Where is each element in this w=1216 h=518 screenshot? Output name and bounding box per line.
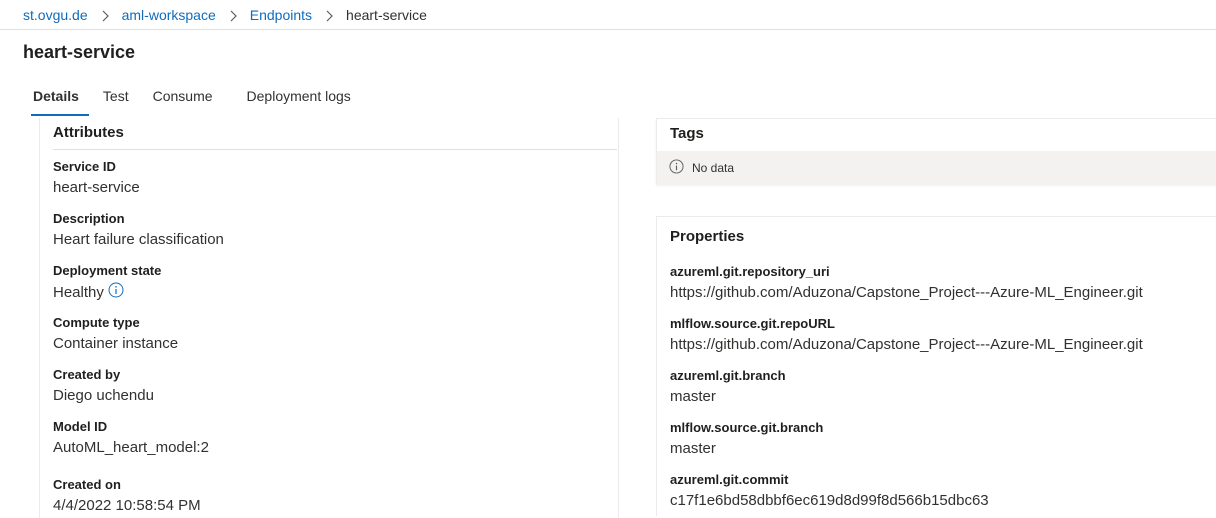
property-item: azureml.git.commit c17f1e6bd58dbbf6ec619… [670, 472, 989, 511]
property-item: mlflow.source.git.branch master [670, 420, 823, 459]
property-value: https://github.com/Aduzona/Capstone_Proj… [670, 336, 1143, 353]
chevron-right-icon [88, 7, 122, 23]
field-label: Created by [53, 367, 121, 382]
property-value: master [670, 440, 716, 457]
properties-title: Properties [670, 228, 745, 245]
field-label: Model ID [53, 419, 108, 434]
tab-details[interactable]: Details [23, 84, 89, 116]
property-item: azureml.git.repository_uri https://githu… [670, 264, 1143, 303]
field-created-by: Created by Diego uchendu [53, 367, 154, 406]
chevron-right-icon [216, 7, 250, 23]
info-icon [669, 159, 692, 177]
breadcrumb-workspace[interactable]: aml-workspace [122, 7, 216, 23]
property-label: mlflow.source.git.repoURL [670, 316, 835, 331]
field-value: Heart failure classification [53, 231, 224, 248]
property-label: mlflow.source.git.branch [670, 420, 824, 435]
no-data-text: No data [692, 161, 735, 175]
tags-card: Tags No data [656, 118, 1216, 185]
property-item: azureml.git.branch master [670, 368, 786, 407]
property-item: mlflow.source.git.repoURL https://github… [670, 316, 1143, 355]
field-service-id: Service ID heart-service [53, 159, 140, 198]
field-label: Compute type [53, 315, 140, 330]
properties-card: Properties azureml.git.repository_uri ht… [656, 216, 1216, 516]
breadcrumb-workspace-host[interactable]: st.ovgu.de [23, 7, 88, 23]
tab-consume[interactable]: Consume [143, 84, 223, 112]
chevron-right-icon [312, 7, 346, 23]
field-compute-type: Compute type Container instance [53, 315, 178, 354]
property-label: azureml.git.repository_uri [670, 264, 830, 279]
field-deployment-state: Deployment state Healthy [53, 263, 161, 304]
field-model-id: Model ID AutoML_heart_model:2 [53, 419, 209, 458]
breadcrumb: st.ovgu.de aml-workspace Endpoints heart… [0, 0, 1216, 30]
model-id-link[interactable]: AutoML_heart_model:2 [53, 438, 209, 458]
field-label: Deployment state [53, 263, 162, 278]
property-value: master [670, 388, 716, 405]
breadcrumb-current: heart-service [346, 6, 427, 23]
tab-deployment-logs[interactable]: Deployment logs [237, 84, 361, 112]
field-value: heart-service [53, 179, 140, 196]
field-created-on: Created on 4/4/2022 10:58:54 PM [53, 477, 201, 516]
attributes-title: Attributes [53, 124, 124, 141]
field-label: Service ID [53, 159, 116, 174]
property-label: azureml.git.commit [670, 472, 789, 487]
field-value: Diego uchendu [53, 387, 154, 404]
field-value: Container instance [53, 335, 179, 352]
tags-empty-state: No data [657, 151, 1216, 185]
deployment-state-value: Healthy [53, 284, 104, 301]
attributes-header: Attributes [53, 118, 617, 150]
info-icon[interactable] [108, 282, 124, 304]
field-value: 4/4/2022 10:58:54 PM [53, 497, 201, 514]
breadcrumb-endpoints[interactable]: Endpoints [250, 7, 312, 23]
property-value: c17f1e6bd58dbbf6ec619d8d99f8d566b15dbc63 [670, 492, 989, 509]
property-value: https://github.com/Aduzona/Capstone_Proj… [670, 284, 1143, 301]
field-label: Created on [53, 477, 121, 492]
tab-test[interactable]: Test [93, 84, 139, 112]
attributes-card: Attributes Service ID heart-service Desc… [39, 118, 619, 518]
field-description: Description Heart failure classification [53, 211, 224, 250]
page-title: heart-service [23, 42, 136, 62]
property-label: azureml.git.branch [670, 368, 786, 383]
tags-title: Tags [670, 125, 704, 142]
tab-bar: Details Test Consume Deployment logs [23, 84, 361, 116]
field-value-row: Healthy [53, 282, 161, 304]
field-label: Description [53, 211, 125, 226]
